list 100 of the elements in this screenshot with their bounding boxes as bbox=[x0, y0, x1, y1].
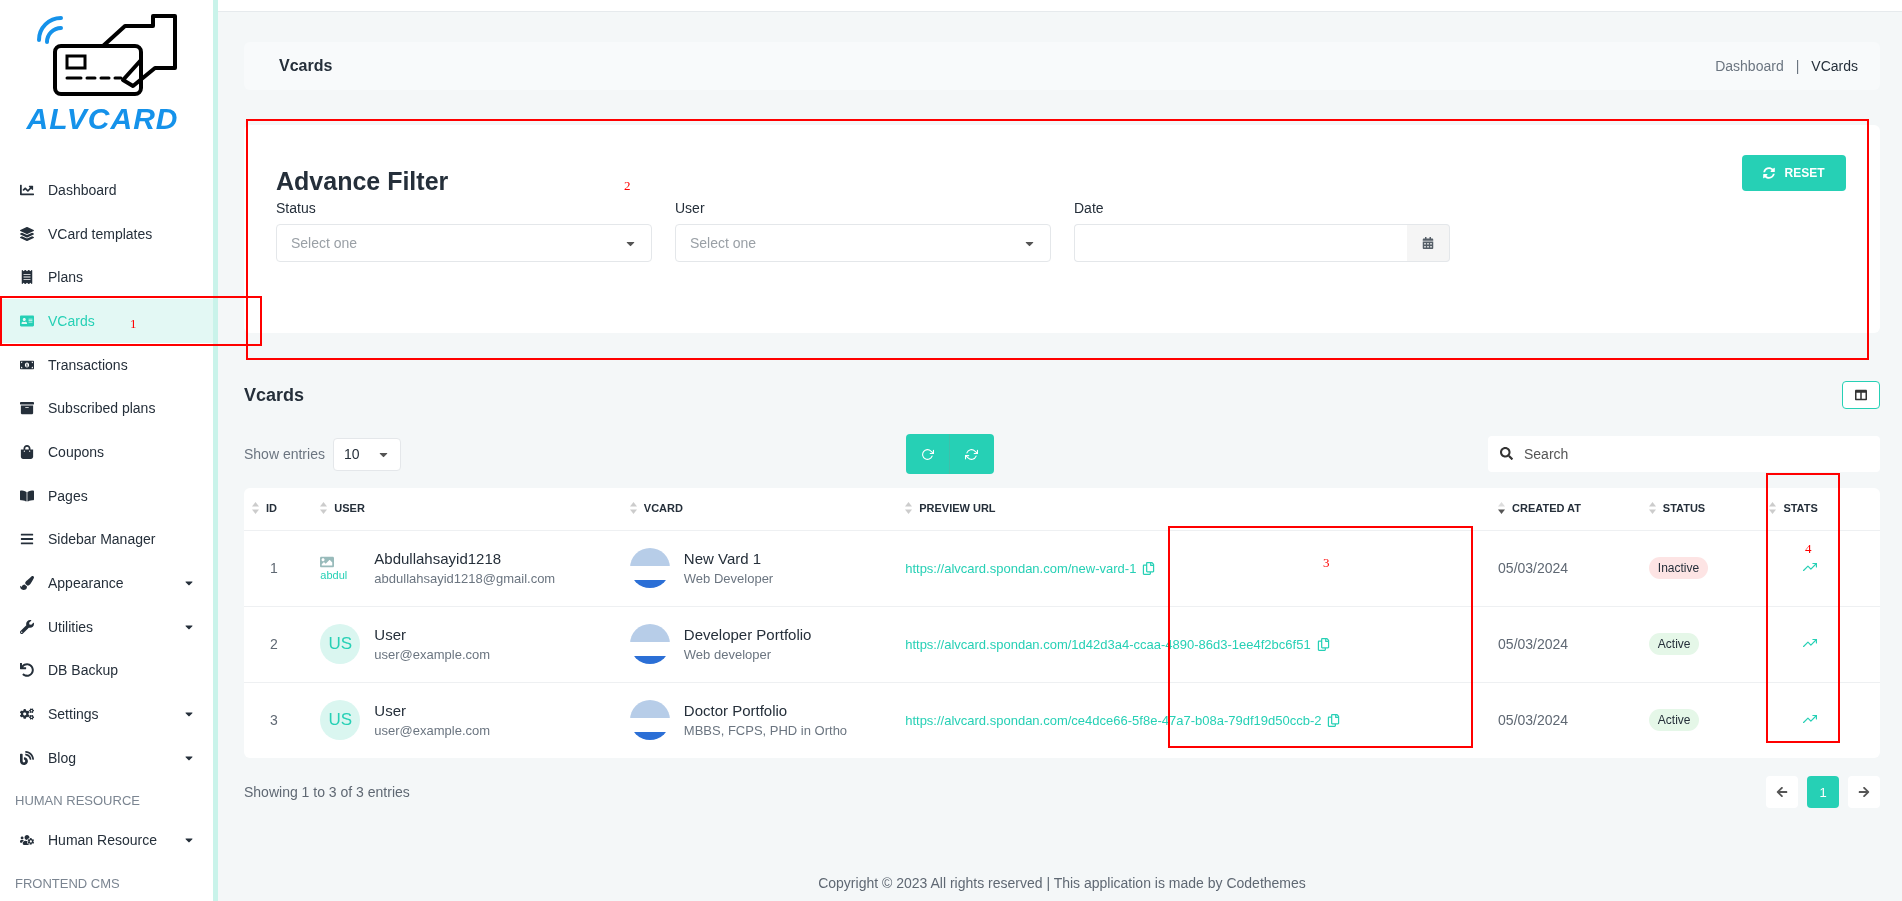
copy-icon[interactable] bbox=[1327, 713, 1341, 727]
refresh-icon bbox=[965, 447, 979, 461]
created-date: 05/03/2024 bbox=[1498, 560, 1569, 576]
filter-title: Advance Filter bbox=[276, 167, 449, 196]
sidebar-item[interactable]: DB Backup bbox=[0, 648, 213, 693]
sort-icon bbox=[1498, 501, 1506, 514]
annotation-number: 4 bbox=[1805, 541, 1812, 557]
user-name: User bbox=[374, 702, 407, 720]
sidebar-item[interactable]: Coupons bbox=[0, 430, 213, 474]
field-label: Status bbox=[276, 200, 317, 216]
search-field[interactable]: Search bbox=[1488, 436, 1880, 472]
sidebar-item[interactable]: Appearance bbox=[0, 561, 213, 605]
archive-icon bbox=[20, 401, 34, 416]
search-icon bbox=[1500, 447, 1513, 460]
column-header[interactable]: CREATED AT bbox=[1490, 488, 1641, 530]
blog-icon bbox=[20, 750, 34, 765]
layers-icon bbox=[20, 226, 34, 241]
receipt-icon bbox=[20, 270, 34, 285]
sidebar-item[interactable]: Utilities bbox=[0, 604, 213, 649]
sidebar-item[interactable]: Human Resource bbox=[0, 818, 213, 863]
section-title: Vcards bbox=[244, 384, 305, 406]
wrench-icon bbox=[20, 619, 34, 634]
brand-logo-text: ALVCARD bbox=[26, 102, 179, 136]
id-text: 1 bbox=[270, 560, 278, 576]
status-badge: Active bbox=[1648, 709, 1700, 732]
breadcrumb-separator: | bbox=[1795, 58, 1800, 74]
column-header[interactable]: STATS bbox=[1761, 488, 1880, 530]
field-label: Date bbox=[1074, 200, 1105, 216]
vcard-subtitle: Web Developer bbox=[683, 571, 774, 586]
vcard-name: Doctor Portfolio bbox=[683, 702, 789, 720]
sidebar-item[interactable]: Transactions bbox=[0, 342, 213, 387]
field-label: User bbox=[675, 200, 706, 216]
gears-icon bbox=[20, 706, 34, 721]
copy-icon[interactable] bbox=[1142, 561, 1156, 575]
columns-icon bbox=[1855, 389, 1867, 401]
id-card-icon bbox=[20, 313, 34, 328]
vcard-subtitle: MBBS, FCPS, PHD in Ortho bbox=[683, 723, 848, 739]
sidebar-item[interactable]: Pages bbox=[0, 473, 213, 518]
created-date: 05/03/2024 bbox=[1498, 636, 1569, 652]
brush-icon bbox=[20, 575, 34, 590]
annotation-number: 2 bbox=[624, 178, 631, 194]
sort-icon bbox=[905, 501, 913, 514]
sidebar-section-heading: FRONTEND CMS bbox=[14, 875, 121, 894]
next-page-button[interactable] bbox=[1848, 776, 1880, 808]
annotation-number: 3 bbox=[1323, 555, 1330, 571]
line-chart-icon bbox=[20, 182, 34, 197]
entries-summary: Showing 1 to 3 of 3 entries bbox=[244, 784, 410, 800]
user-name: Abdullahsayid1218 bbox=[374, 550, 503, 567]
column-header[interactable]: PREVIEW URL bbox=[897, 488, 1491, 530]
page-size-select[interactable]: 10 bbox=[332, 437, 401, 471]
reload-button[interactable] bbox=[949, 434, 994, 474]
sidebar-item[interactable]: Dashboard bbox=[0, 168, 213, 212]
column-header[interactable]: STATUS bbox=[1640, 488, 1762, 530]
sidebar-item[interactable]: Sidebar Manager bbox=[0, 517, 213, 562]
bag-icon bbox=[20, 444, 34, 459]
sidebar-item[interactable]: Settings bbox=[0, 692, 213, 736]
column-header[interactable]: ID bbox=[244, 488, 313, 530]
book-icon bbox=[20, 488, 34, 503]
user-email: user@example.com bbox=[374, 723, 491, 739]
sort-icon bbox=[320, 501, 328, 514]
footer-text: Copyright © 2023 All rights reserved | This application is made by Codethemes bbox=[817, 875, 1307, 893]
vcard-subtitle: Web developer bbox=[683, 647, 773, 662]
sidebar-item[interactable]: Blog bbox=[0, 735, 213, 780]
previous-page-button[interactable] bbox=[1766, 776, 1798, 808]
sidebar-item[interactable]: Plans bbox=[0, 255, 213, 299]
annotation-number: 1 bbox=[130, 316, 137, 332]
reset-table-button[interactable] bbox=[905, 434, 950, 474]
arrow-right-icon bbox=[1858, 786, 1870, 798]
columns-button[interactable] bbox=[1842, 381, 1880, 409]
users-icon bbox=[20, 833, 34, 848]
undo-icon bbox=[20, 663, 34, 678]
arrow-left-icon bbox=[1776, 786, 1788, 798]
sort-icon bbox=[1648, 501, 1656, 514]
column-header[interactable]: VCARD bbox=[621, 488, 898, 530]
refresh-icon bbox=[1763, 167, 1776, 179]
sidebar-item[interactable]: VCard templates bbox=[0, 211, 213, 256]
status-badge: Inactive bbox=[1648, 557, 1709, 579]
sort-icon bbox=[252, 501, 259, 514]
column-header[interactable]: USER bbox=[312, 488, 622, 530]
user-email: abdullahsayid1218@gmail.com bbox=[374, 571, 556, 586]
sidebar-item[interactable]: Subscribed plans bbox=[0, 386, 213, 431]
breadcrumb-current: VCards bbox=[1811, 58, 1858, 74]
vcard-name: New Vard 1 bbox=[683, 550, 763, 567]
vcard-name: Developer Portfolio bbox=[683, 626, 812, 643]
sort-icon bbox=[1769, 501, 1777, 514]
sort-icon bbox=[629, 501, 637, 514]
user-email: user@example.com bbox=[374, 647, 491, 662]
status-badge: Active bbox=[1648, 633, 1700, 655]
initials-avatar: US bbox=[320, 700, 361, 741]
rotate-icon bbox=[920, 447, 934, 461]
id-text: 2 bbox=[270, 636, 278, 652]
copy-icon[interactable] bbox=[1316, 637, 1330, 651]
user-name: User bbox=[374, 626, 407, 643]
created-date: 05/03/2024 bbox=[1498, 712, 1569, 729]
menu-icon bbox=[20, 532, 34, 547]
breadcrumb-link[interactable]: Dashboard bbox=[1715, 58, 1784, 74]
id-text: 3 bbox=[270, 712, 278, 729]
show-entries-label: Show entries bbox=[244, 446, 325, 462]
broken-image-icon bbox=[320, 555, 335, 569]
sidebar-section-heading: HUMAN RESOURCE bbox=[14, 792, 141, 811]
